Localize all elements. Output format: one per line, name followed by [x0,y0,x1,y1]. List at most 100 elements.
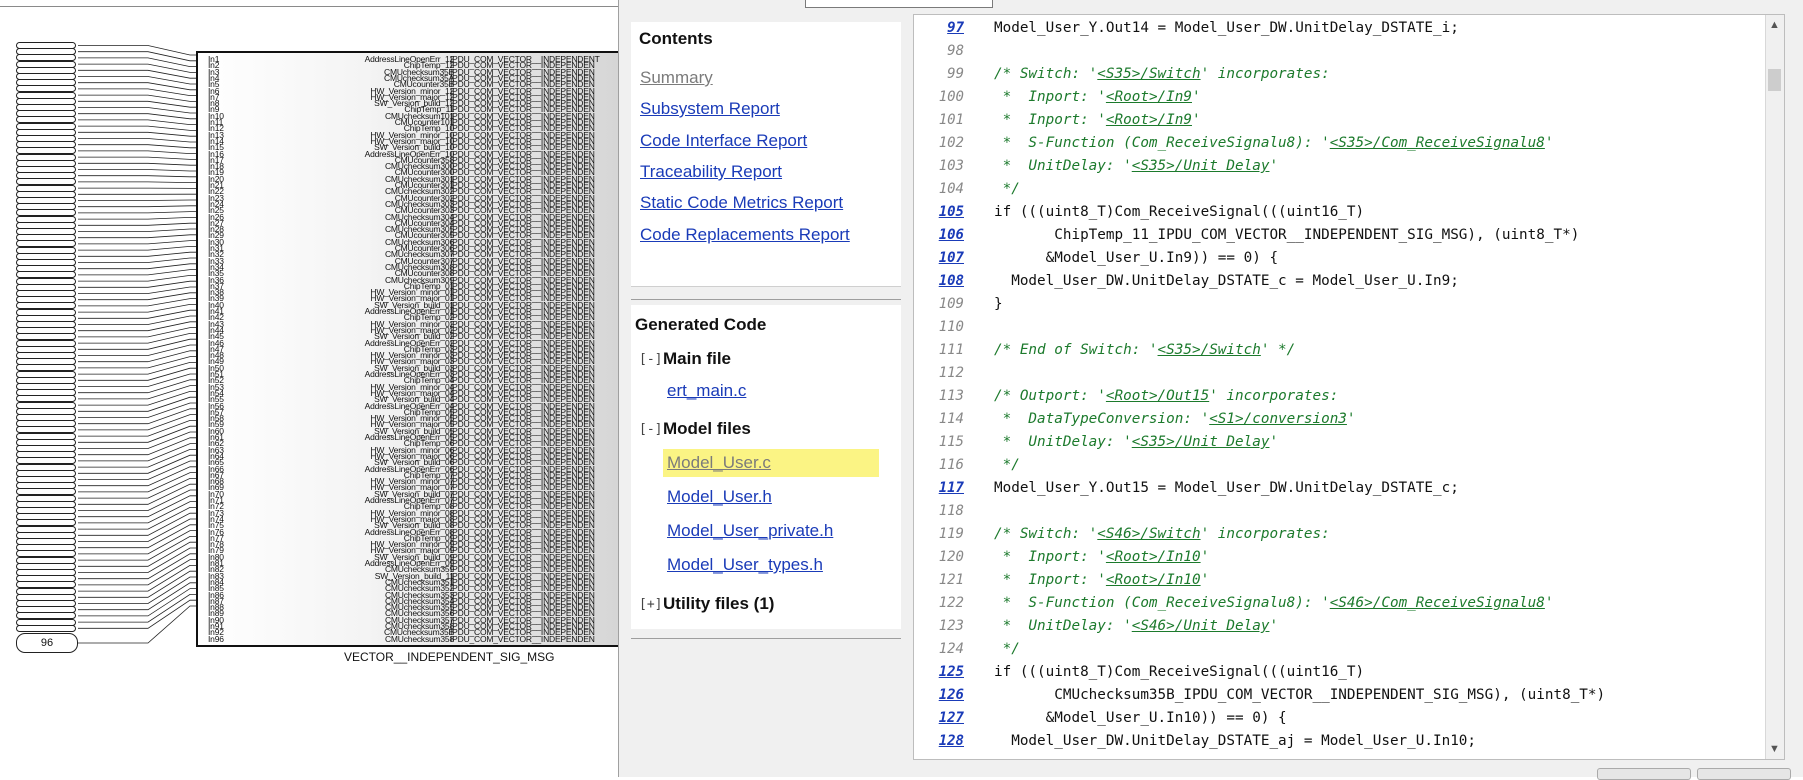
block-reference-link[interactable]: <Root>/In10 [1106,549,1201,565]
signal-wire [78,531,196,554]
line-number: 111 [914,339,964,362]
code-vertical-scrollbar[interactable]: ▲ ▼ [1765,15,1784,759]
code-comment: * UnitDelay: '<S46>/Unit Delay' [994,615,1278,638]
signal-wire [78,120,196,125]
signal-wire [78,101,196,107]
line-number: 102 [914,132,964,155]
line-number-link[interactable]: 105 [914,201,964,224]
line-number: 103 [914,155,964,178]
line-number-link[interactable]: 108 [914,270,964,293]
inport-block-96[interactable]: 96 [16,633,78,653]
file-link-ert-main-c[interactable]: ert_main.c [667,381,746,401]
scrollbar-thumb[interactable] [1768,69,1781,91]
signal-wire [78,241,196,244]
line-number-link[interactable]: 126 [914,684,964,707]
code-text: if (((uint8_T)Com_ReceiveSignal(((uint16… [994,201,1364,224]
line-number-link[interactable]: 117 [914,477,964,500]
file-link-model-user-c[interactable]: Model_User.c [663,449,879,477]
code-text: CMUchecksum35B_IPDU_COM_VECTOR__INDEPEND… [994,684,1605,707]
code-line: 98 [914,40,1764,63]
line-number: 124 [914,638,964,661]
signal-wire [78,391,196,405]
signal-wire [78,473,196,492]
line-number: 113 [914,385,964,408]
block-reference-link[interactable]: <Root>/In9 [1106,112,1192,128]
line-number-link[interactable]: 97 [914,17,964,40]
nav-link-summary[interactable]: Summary [640,68,713,88]
main-file-collapse-toggle[interactable]: [-] [639,352,662,367]
signal-wire [78,386,196,399]
line-number: 101 [914,109,964,132]
nav-link-code-interface-report[interactable]: Code Interface Report [640,131,807,151]
find-input[interactable] [805,0,993,8]
signal-wire [78,420,196,436]
inport-block[interactable] [16,625,76,632]
signal-wire [78,536,196,560]
block-reference-link[interactable]: <S1>/conversion3 [1209,411,1347,427]
signal-wire [78,132,196,136]
signal-wire [78,455,196,473]
dialog-button-right[interactable] [1697,768,1791,780]
dialog-button-left[interactable] [1597,768,1691,780]
signal-wire [78,357,196,368]
signal-wire [78,444,196,461]
line-number: 121 [914,569,964,592]
signal-wire [78,223,196,225]
code-comment: /* Switch: '<S46>/Switch' incorporates: [994,523,1330,546]
line-number-link[interactable]: 107 [914,247,964,270]
signal-wire [78,322,196,331]
signal-wire [78,281,196,287]
code-line: 99/* Switch: '<S35>/Switch' incorporates… [914,63,1764,86]
nav-link-subsystem-report[interactable]: Subsystem Report [640,99,780,119]
line-number-link[interactable]: 125 [914,661,964,684]
file-link-model-user-private-h[interactable]: Model_User_private.h [667,521,833,541]
contents-heading: Contents [639,29,713,49]
signal-wire [78,449,196,467]
line-number-link[interactable]: 106 [914,224,964,247]
file-link-model-user-h[interactable]: Model_User.h [667,487,772,507]
nav-link-traceability-report[interactable]: Traceability Report [640,162,782,182]
scroll-down-arrow-icon[interactable]: ▼ [1769,743,1780,755]
inport-blocks[interactable] [16,42,78,656]
signal-wire [78,432,196,449]
block-reference-link[interactable]: <S35>/Unit Delay [1132,434,1270,450]
line-number-link[interactable]: 127 [914,707,964,730]
code-line: 119 /* Switch: '<S46>/Switch' incorporate… [914,523,1764,546]
block-reference-link[interactable]: <S35>/Switch [1097,66,1200,82]
signal-wire [78,64,196,72]
block-reference-link[interactable]: <S35>/Unit Delay [1132,158,1270,174]
line-number: 119 [914,523,964,546]
signal-wire [78,600,196,628]
line-number: 100 [914,86,964,109]
signal-wire [78,287,196,294]
utility-files-expand-toggle[interactable]: [+] [639,597,662,612]
line-number: 116 [914,454,964,477]
line-number: 115 [914,431,964,454]
code-comment: * S-Function (Com_ReceiveSignalu8): '<S3… [994,132,1554,155]
block-reference-link[interactable]: <S46>/Switch [1097,526,1200,542]
code-viewer[interactable]: 97Model_User_Y.Out14 = Model_User_DW.Uni… [913,14,1785,760]
block-reference-link[interactable]: <Root>/Out15 [1106,388,1209,404]
model-files-collapse-toggle[interactable]: [-] [639,422,662,437]
block-reference-link[interactable]: <Root>/In10 [1106,572,1201,588]
block-reference-link[interactable]: <S46>/Unit Delay [1132,618,1270,634]
signal-wire [78,212,196,213]
nav-link-static-code-metrics-report[interactable]: Static Code Metrics Report [640,193,843,213]
bus-creator-block[interactable]: In1AddressLineOpenErr_12IPDU_COM_VECTOR_… [196,51,620,647]
signal-wire [78,108,196,114]
code-line: 124 */ [914,638,1764,661]
file-link-model-user-types-h[interactable]: Model_User_types.h [667,555,823,575]
line-number-link[interactable]: 128 [914,730,964,753]
line-number: 120 [914,546,964,569]
simulink-canvas[interactable]: 96 In1AddressLineOpenErr_12IPDU_COM_VECT… [0,0,618,777]
scroll-up-arrow-icon[interactable]: ▲ [1769,19,1780,31]
line-number: 98 [914,40,964,63]
line-number: 112 [914,362,964,385]
block-reference-link[interactable]: <S35>/Com_ReceiveSignalu8 [1330,135,1545,151]
signal-wire [78,310,196,318]
code-line: 122 * S-Function (Com_ReceiveSignalu8): … [914,592,1764,615]
block-reference-link[interactable]: <Root>/In9 [1106,89,1192,105]
block-reference-link[interactable]: <S35>/Switch [1158,342,1261,358]
block-reference-link[interactable]: <S46>/Com_ReceiveSignalu8 [1330,595,1545,611]
nav-link-code-replacements-report[interactable]: Code Replacements Report [640,225,850,245]
